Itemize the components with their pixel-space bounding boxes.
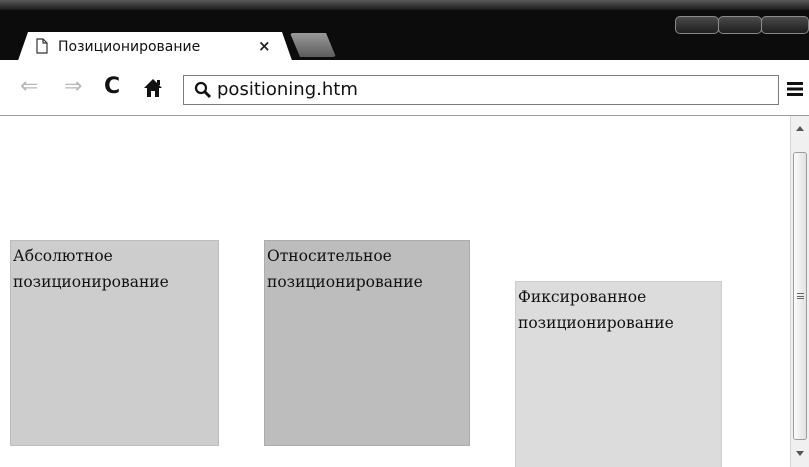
- window-controls: [675, 16, 809, 34]
- relative-positioning-box: Относительное позиционирование: [264, 240, 470, 446]
- absolute-positioning-box: Абсолютное позиционирование: [10, 240, 219, 446]
- address-text[interactable]: positioning.htm: [217, 79, 358, 100]
- home-icon[interactable]: [142, 77, 164, 99]
- tab-close-icon[interactable]: ×: [258, 38, 271, 54]
- fixed-positioning-box: Фиксированное позиционирование: [515, 281, 722, 467]
- maximize-button[interactable]: [718, 16, 762, 34]
- forward-arrow-icon[interactable]: ⇒: [64, 75, 82, 99]
- minimize-button[interactable]: [675, 16, 719, 34]
- titlebar-highlight: [0, 0, 809, 10]
- scroll-down-arrow-icon[interactable]: [796, 451, 804, 456]
- address-bar[interactable]: positioning.htm: [183, 75, 779, 105]
- reload-icon[interactable]: C: [104, 75, 120, 99]
- back-arrow-icon[interactable]: ⇐: [20, 75, 38, 99]
- page-icon: [36, 38, 48, 54]
- search-icon: [194, 81, 212, 99]
- menu-icon[interactable]: [786, 80, 804, 98]
- scroll-grip-icon: [797, 293, 804, 299]
- tab-title: Позиционирование: [58, 39, 201, 55]
- scroll-thumb[interactable]: [793, 152, 807, 440]
- page-viewport: Абсолютное позиционирование Относительно…: [0, 116, 790, 467]
- scroll-up-arrow-icon[interactable]: [796, 126, 804, 131]
- vertical-scrollbar[interactable]: [790, 116, 809, 467]
- close-window-button[interactable]: [761, 16, 809, 34]
